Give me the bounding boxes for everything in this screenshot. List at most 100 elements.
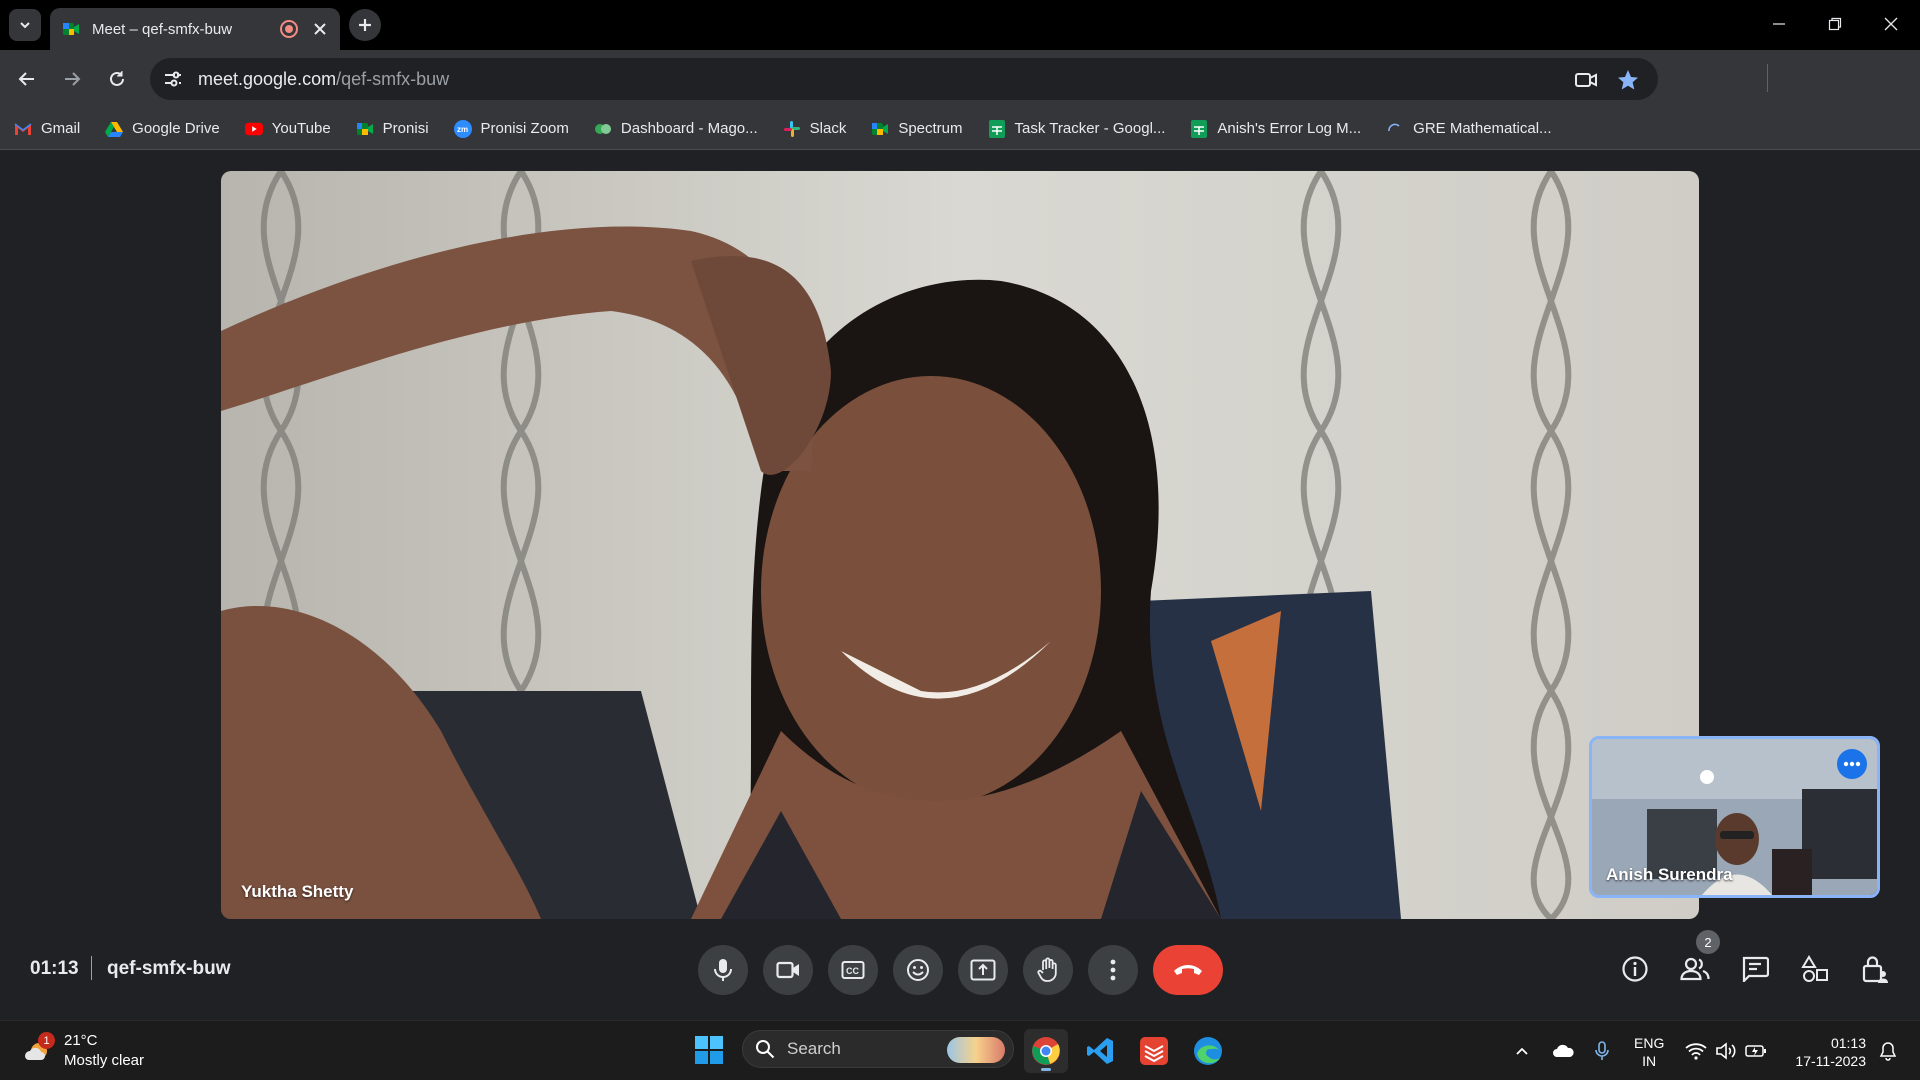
more-options-button[interactable] — [1088, 945, 1138, 995]
participant-video — [221, 171, 1699, 919]
taskbar-todoist[interactable] — [1132, 1029, 1176, 1073]
speaker-icon — [1716, 1042, 1736, 1060]
taskbar-search-box[interactable]: Search — [742, 1030, 1014, 1068]
close-tab-icon[interactable] — [312, 21, 328, 37]
reload-button[interactable] — [100, 62, 134, 96]
bookmark-label: Pronisi Zoom — [480, 120, 569, 137]
bookmark-task-tracker[interactable]: Task Tracker - Googl... — [988, 119, 1166, 138]
close-icon — [1884, 17, 1898, 31]
meet-stage: Yuktha Shetty Anish Surendra — [0, 150, 1920, 1020]
close-window-button[interactable] — [1862, 0, 1920, 48]
tab-meet[interactable]: Meet – qef-smfx-buw — [50, 8, 340, 50]
bookmark-google-drive[interactable]: Google Drive — [105, 120, 220, 138]
bookmark-label: Anish's Error Log M... — [1217, 120, 1362, 137]
tab-title: Meet – qef-smfx-buw — [92, 20, 233, 38]
camera-in-use-icon[interactable] — [1574, 68, 1598, 92]
svg-text:zm: zm — [457, 125, 468, 134]
main-participant-name: Yuktha Shetty — [241, 882, 354, 901]
self-view-tile[interactable]: Anish Surendra — [1589, 736, 1880, 898]
meeting-details-button[interactable] — [1617, 951, 1653, 987]
bookmark-label: YouTube — [271, 120, 331, 137]
emoji-icon — [907, 959, 929, 981]
info-icon — [1622, 956, 1648, 982]
bookmark-gmail[interactable]: Gmail — [14, 120, 80, 138]
chat-button[interactable] — [1737, 951, 1773, 987]
raise-hand-button[interactable] — [1023, 945, 1073, 995]
chevron-up-icon — [1516, 1047, 1528, 1055]
minimize-button[interactable] — [1750, 0, 1808, 48]
host-controls-button[interactable] — [1857, 951, 1893, 987]
bookmark-pronisi-zoom[interactable]: zm Pronisi Zoom — [453, 119, 569, 138]
bookmark-gre[interactable]: GRE Mathematical... — [1386, 120, 1552, 138]
taskbar-edge[interactable] — [1186, 1029, 1230, 1073]
hand-icon — [1037, 957, 1057, 982]
windows-taskbar: 1 21°C Mostly clear Search ENG IN 01:13 … — [0, 1020, 1920, 1080]
chat-icon — [1742, 956, 1769, 982]
dashboard-icon — [594, 120, 612, 138]
tray-overflow-button[interactable] — [1510, 1039, 1534, 1063]
tray-wifi[interactable] — [1684, 1039, 1708, 1063]
bookmark-label: GRE Mathematical... — [1413, 120, 1552, 137]
tray-notifications[interactable] — [1876, 1039, 1900, 1063]
lock-person-icon — [1862, 956, 1888, 983]
captions-button[interactable]: CC — [828, 945, 878, 995]
bell-icon — [1879, 1042, 1897, 1061]
tray-microphone[interactable] — [1590, 1039, 1614, 1063]
site-info-icon[interactable] — [162, 68, 184, 90]
tray-volume[interactable] — [1714, 1039, 1738, 1063]
bookmark-spectrum[interactable]: Spectrum — [871, 120, 963, 138]
todoist-icon — [1140, 1037, 1168, 1065]
leave-call-button[interactable] — [1153, 945, 1223, 995]
present-button[interactable] — [958, 945, 1008, 995]
address-bar[interactable]: meet.google.com/qef-smfx-buw — [150, 58, 1658, 100]
weather-widget[interactable]: 1 21°C Mostly clear — [22, 1031, 144, 1071]
bookmark-youtube[interactable]: YouTube — [244, 120, 331, 138]
windows-start-icon[interactable] — [694, 1035, 724, 1065]
taskbar-vscode[interactable] — [1078, 1029, 1122, 1073]
weather-temperature: 21°C — [64, 1032, 98, 1049]
tray-onedrive[interactable] — [1552, 1039, 1576, 1063]
url-path: /qef-smfx-buw — [336, 68, 450, 89]
bookmark-label: Dashboard - Mago... — [620, 120, 758, 137]
meet-icon — [63, 23, 79, 35]
bookmark-pronisi[interactable]: Pronisi — [356, 120, 429, 138]
taskbar-clock[interactable]: 01:13 17-11-2023 — [1786, 1034, 1866, 1070]
chrome-icon — [1032, 1037, 1060, 1065]
microphone-icon — [714, 959, 732, 981]
new-tab-button[interactable] — [349, 9, 381, 41]
bookmark-star-icon[interactable] — [1616, 68, 1640, 92]
url-host: meet.google.com — [198, 68, 337, 89]
microphone-button[interactable] — [698, 945, 748, 995]
back-button[interactable] — [10, 62, 44, 96]
camera-button[interactable] — [763, 945, 813, 995]
bookmark-label: Spectrum — [898, 120, 963, 137]
svg-text:CC: CC — [846, 966, 859, 976]
main-video-tile[interactable] — [221, 171, 1699, 919]
more-horizontal-icon — [1843, 761, 1861, 767]
bookmark-dashboard[interactable]: Dashboard - Mago... — [594, 120, 758, 138]
kebab-menu-icon — [1110, 959, 1116, 981]
shapes-icon — [1801, 955, 1828, 982]
weather-icon: 1 — [22, 1032, 55, 1066]
bookmarks-bar: Gmail Google Drive YouTube Pronisi zm Pr… — [0, 108, 1920, 150]
bookmark-label: Pronisi — [382, 120, 429, 137]
reactions-button[interactable] — [893, 945, 943, 995]
reload-icon — [110, 71, 124, 86]
taskbar-chrome[interactable] — [1024, 1029, 1068, 1073]
bookmark-label: Task Tracker - Googl... — [1014, 120, 1166, 137]
forward-button[interactable] — [55, 62, 89, 96]
sheets-icon — [1190, 119, 1208, 138]
input-language-indicator[interactable]: ENG IN — [1634, 1034, 1664, 1070]
bookmark-error-log[interactable]: Anish's Error Log M... — [1190, 119, 1362, 138]
restore-button[interactable] — [1806, 0, 1864, 48]
bookmark-label: Gmail — [41, 120, 81, 137]
self-view-more-button[interactable] — [1837, 749, 1867, 779]
people-button[interactable] — [1677, 951, 1713, 987]
bookmark-slack[interactable]: Slack — [783, 120, 846, 138]
tab-search-button[interactable] — [9, 9, 41, 41]
loading-icon — [1386, 120, 1404, 138]
activities-button[interactable] — [1797, 951, 1833, 987]
cloud-icon — [1553, 1044, 1574, 1057]
tray-battery[interactable] — [1744, 1039, 1768, 1063]
wifi-icon — [1685, 1043, 1707, 1060]
